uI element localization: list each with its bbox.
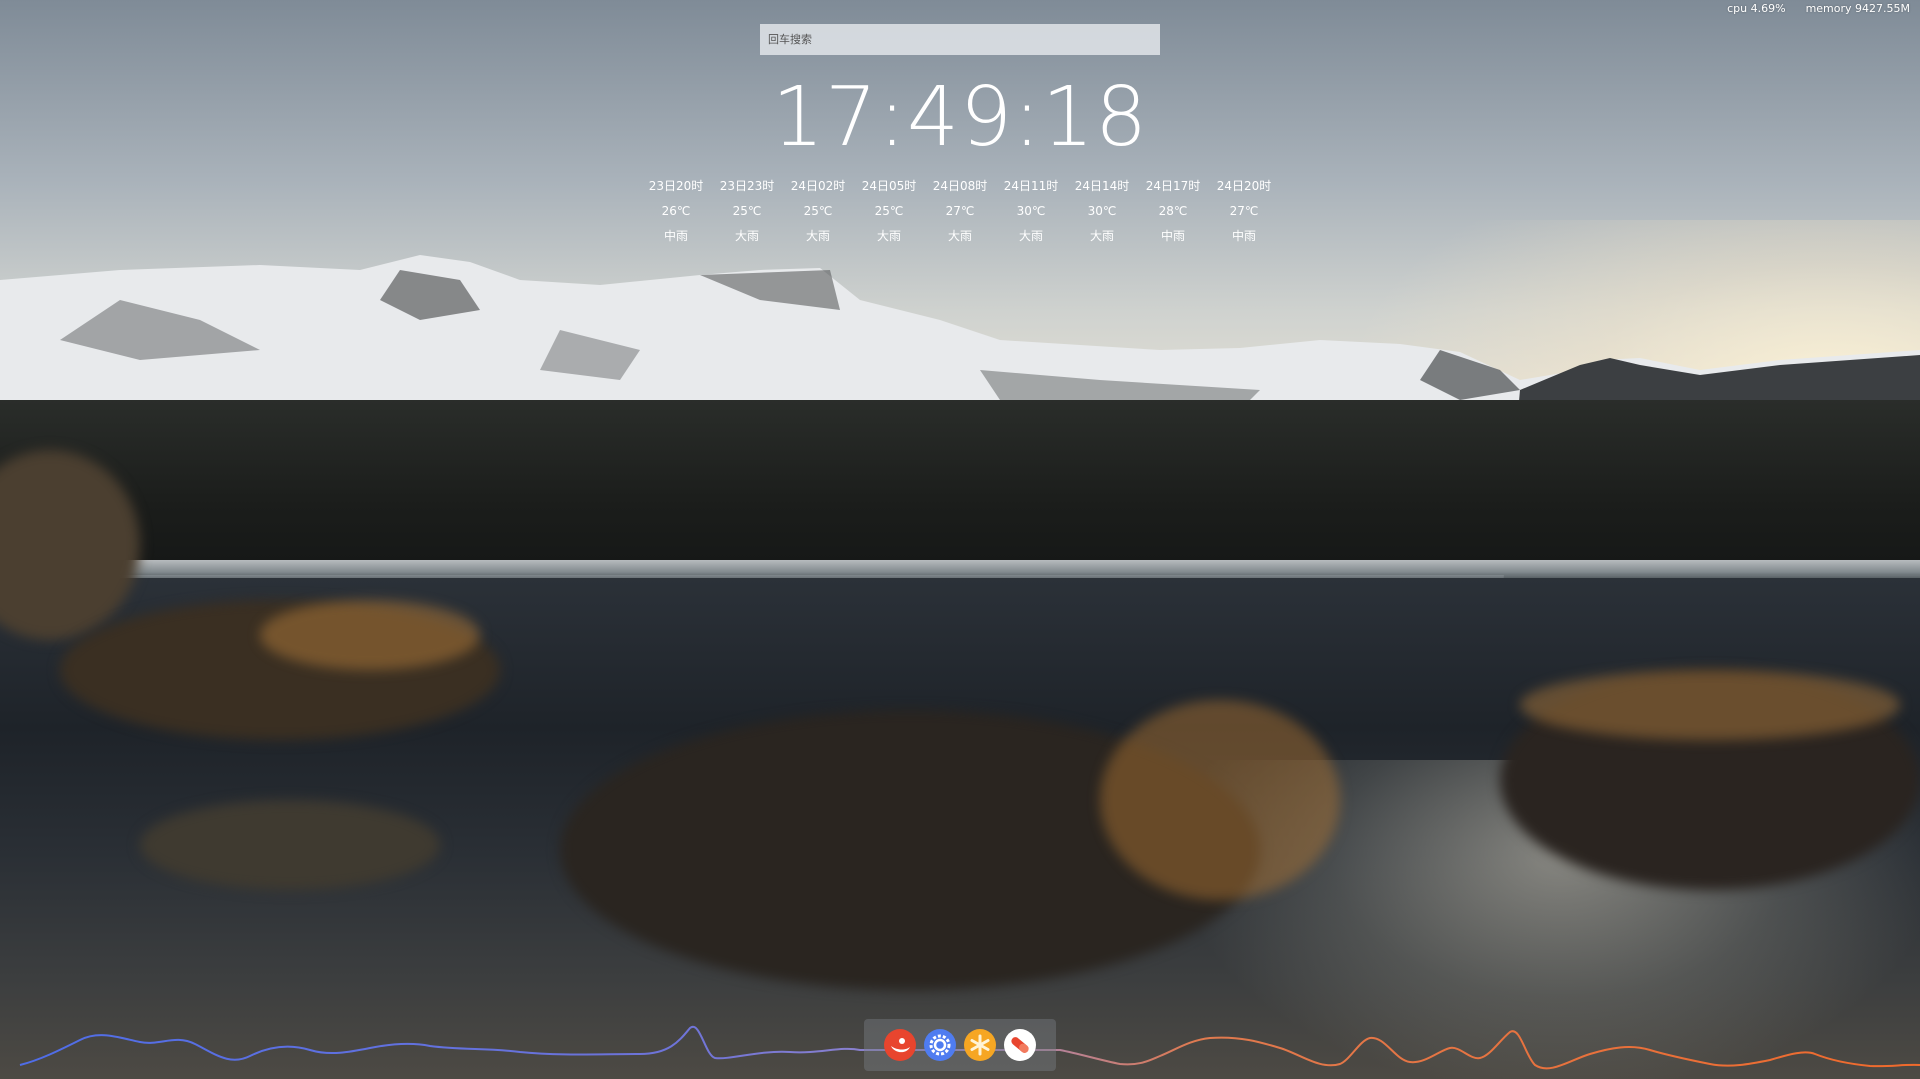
weather-condition: 大雨 (876, 229, 901, 243)
wallpaper-rock (1100, 700, 1340, 900)
weather-temp: 27℃ (945, 204, 975, 218)
weather-column: 23日20时 26℃ 中雨 (641, 174, 712, 249)
weather-forecast: 23日20时 26℃ 中雨 23日23时 25℃ 大雨 24日02时 25℃ 大… (640, 174, 1280, 249)
weather-column: 24日20时 27℃ 中雨 (1209, 174, 1280, 249)
wallpaper-rock (1520, 670, 1900, 740)
asterisk-app-icon (965, 1030, 995, 1060)
cpu-usage: cpu 4.69% (1727, 2, 1786, 15)
weather-temp: 25℃ (732, 204, 762, 218)
wallpaper-shoreline (0, 560, 1920, 580)
weather-temp: 25℃ (803, 204, 833, 218)
weather-temp: 26℃ (661, 204, 691, 218)
weather-time: 24日05时 (861, 179, 917, 193)
wallpaper-rock (140, 800, 440, 890)
weather-condition: 中雨 (1231, 229, 1256, 243)
weather-time: 24日08时 (932, 179, 988, 193)
weather-condition: 中雨 (1160, 229, 1185, 243)
weather-temp: 25℃ (874, 204, 904, 218)
settings-gear-icon (925, 1030, 955, 1060)
weather-column: 23日23时 25℃ 大雨 (712, 174, 783, 249)
dock-app-settings[interactable] (924, 1029, 956, 1061)
weather-time: 24日11时 (1003, 179, 1059, 193)
memory-usage: memory 9427.55M (1805, 2, 1910, 15)
weather-column: 24日14时 30℃ 大雨 (1067, 174, 1138, 249)
dock-app-asterisk[interactable] (964, 1029, 996, 1061)
app-dock (864, 1019, 1056, 1071)
weather-condition: 大雨 (947, 229, 972, 243)
weather-time: 24日14时 (1074, 179, 1130, 193)
wallpaper-rock (260, 600, 480, 670)
desktop: cpu 4.69% memory 9427.55M 17:49:18 23日20… (0, 0, 1920, 1079)
clock: 17:49:18 (771, 70, 1149, 165)
weather-column: 24日11时 30℃ 大雨 (996, 174, 1067, 249)
pill-app-icon (1005, 1030, 1035, 1060)
weather-column: 24日02时 25℃ 大雨 (783, 174, 854, 249)
weather-temp: 28℃ (1158, 204, 1188, 218)
weather-condition: 大雨 (1018, 229, 1043, 243)
weather-column: 24日05时 25℃ 大雨 (854, 174, 925, 249)
dock-app-camera[interactable] (884, 1029, 916, 1061)
weather-time: 24日20时 (1216, 179, 1272, 193)
weather-temp: 30℃ (1016, 204, 1046, 218)
weather-column: 24日17时 28℃ 中雨 (1138, 174, 1209, 249)
weather-condition: 中雨 (663, 229, 688, 243)
weather-condition: 大雨 (1089, 229, 1114, 243)
weather-column: 24日08时 27℃ 大雨 (925, 174, 996, 249)
system-stats: cpu 4.69% memory 9427.55M (1727, 2, 1910, 15)
weather-time: 24日02时 (790, 179, 846, 193)
weather-time: 23日20时 (648, 179, 704, 193)
dock-app-pill[interactable] (1004, 1029, 1036, 1061)
search-input[interactable] (760, 24, 1160, 55)
weather-temp: 30℃ (1087, 204, 1117, 218)
weather-condition: 大雨 (734, 229, 759, 243)
camera-app-icon (885, 1030, 915, 1060)
wallpaper-forest (0, 400, 1920, 575)
weather-condition: 大雨 (805, 229, 830, 243)
weather-temp: 27℃ (1229, 204, 1259, 218)
weather-time: 23日23时 (719, 179, 775, 193)
weather-time: 24日17时 (1145, 179, 1201, 193)
